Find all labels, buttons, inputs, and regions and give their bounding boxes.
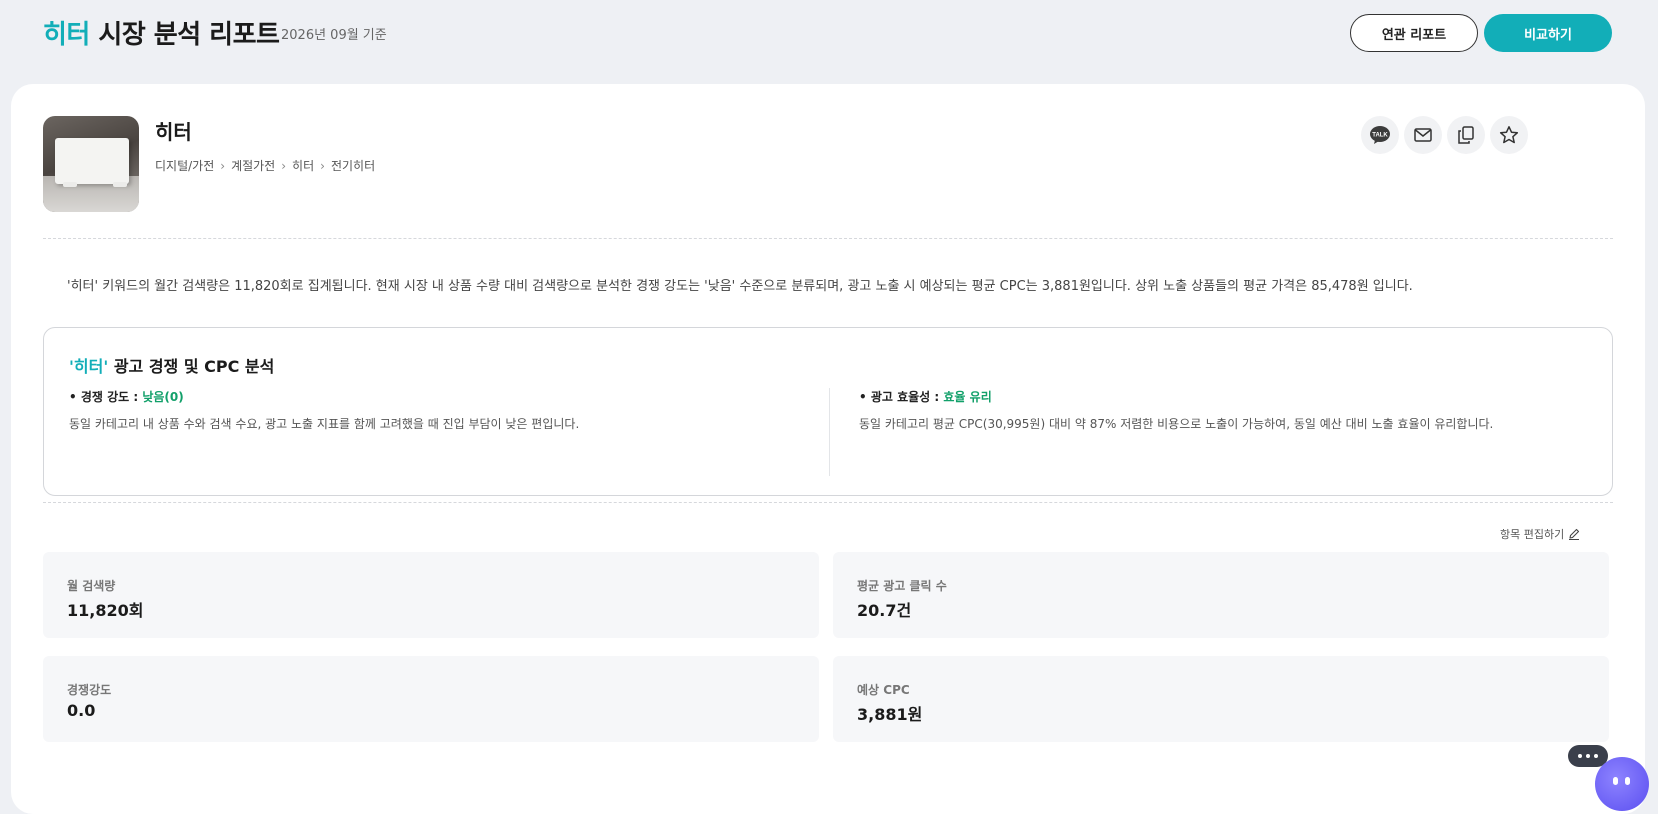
analysis-title: '히터' 광고 경쟁 및 CPC 분석 (69, 353, 274, 377)
compare-button[interactable]: 비교하기 (1484, 14, 1612, 52)
bot-eye (1613, 777, 1618, 785)
column-divider (829, 388, 830, 476)
typing-dot (1578, 754, 1582, 758)
mail-icon (1414, 128, 1432, 142)
competition-heading: • 경쟁 강도 : 낮음(0) (69, 388, 829, 405)
competition-value: 낮음(0) (142, 390, 184, 404)
page-title-keyword: 히터 (43, 20, 90, 50)
top-bar: 히터 시장 분석 리포트 2026년 09월 기준 연관 리포트 비교하기 (0, 0, 1658, 84)
efficiency-label: • 광고 효율성 : (859, 390, 944, 404)
edit-items-link[interactable]: 항목 편집하기 (1500, 526, 1580, 542)
metric-label: 평균 광고 클릭 수 (857, 579, 947, 593)
competition-description: 동일 카테고리 내 상품 수와 검색 수요, 광고 노출 지표를 함께 고려했을… (69, 417, 580, 431)
breadcrumb-item[interactable]: 디지털/가전 (155, 157, 214, 174)
chat-typing-bubble[interactable] (1568, 745, 1608, 767)
efficiency-heading: • 광고 효율성 : 효율 유리 (859, 388, 1599, 405)
kakaotalk-icon: TALK (1370, 126, 1390, 144)
mail-share-button[interactable] (1404, 116, 1442, 154)
copy-link-button[interactable] (1447, 116, 1485, 154)
section-divider (43, 238, 1613, 239)
chevron-right-icon: › (281, 158, 287, 173)
star-icon (1499, 126, 1519, 144)
metric-value: 3,881원 (857, 705, 923, 724)
analysis-title-rest: 광고 경쟁 및 CPC 분석 (108, 357, 275, 376)
svg-text:TALK: TALK (1372, 133, 1388, 139)
report-basis-date: 2026년 09월 기준 (281, 28, 387, 43)
breadcrumb: 디지털/가전 › 계절가전 › 히터 › 전기히터 (155, 157, 375, 174)
metric-label: 예상 CPC (857, 683, 910, 697)
metric-label: 월 검색량 (67, 579, 116, 593)
typing-dot (1586, 754, 1590, 758)
efficiency-description: 동일 카테고리 평균 CPC(30,995원) 대비 약 87% 저렴한 비용으… (859, 417, 1494, 431)
bot-eye (1625, 777, 1630, 785)
chevron-right-icon: › (220, 158, 226, 173)
metric-label: 경쟁강도 (67, 683, 112, 697)
product-name: 히터 (155, 120, 192, 144)
section-divider (43, 502, 1613, 503)
chatbot-launcher-button[interactable] (1595, 757, 1649, 811)
ad-competition-analysis-box: '히터' 광고 경쟁 및 CPC 분석 • 경쟁 강도 : 낮음(0) 동일 카… (43, 327, 1613, 496)
efficiency-value: 효율 유리 (943, 390, 992, 404)
report-card: 히터 디지털/가전 › 계절가전 › 히터 › 전기히터 TALK '히터' 키… (11, 84, 1645, 814)
metric-card-expected-cpc: 예상 CPC 3,881원 (833, 656, 1609, 742)
competition-column: • 경쟁 강도 : 낮음(0) 동일 카테고리 내 상품 수와 검색 수요, 광… (69, 388, 829, 432)
copy-icon (1458, 126, 1474, 144)
keyword-summary-text: '히터' 키워드의 월간 검색량은 11,820회로 집계됩니다. 현재 시장 … (67, 279, 1413, 294)
product-thumbnail (43, 116, 139, 212)
edit-items-label: 항목 편집하기 (1500, 528, 1565, 541)
metric-card-avg-ad-clicks: 평균 광고 클릭 수 20.7건 (833, 552, 1609, 638)
related-report-button[interactable]: 연관 리포트 (1350, 14, 1478, 52)
pencil-icon (1569, 528, 1580, 540)
competition-label: • 경쟁 강도 : (69, 390, 143, 404)
kakaotalk-share-button[interactable]: TALK (1361, 116, 1399, 154)
metric-value: 0.0 (67, 701, 96, 720)
page-title: 히터 시장 분석 리포트 (43, 14, 280, 51)
efficiency-column: • 광고 효율성 : 효율 유리 동일 카테고리 평균 CPC(30,995원)… (859, 388, 1599, 432)
breadcrumb-item[interactable]: 계절가전 (231, 157, 275, 174)
favorite-button[interactable] (1490, 116, 1528, 154)
breadcrumb-item[interactable]: 전기히터 (331, 157, 375, 174)
page-title-rest: 시장 분석 리포트 (89, 20, 280, 50)
typing-dot (1594, 754, 1598, 758)
metric-card-monthly-search: 월 검색량 11,820회 (43, 552, 819, 638)
metric-card-competition: 경쟁강도 0.0 (43, 656, 819, 742)
breadcrumb-item[interactable]: 히터 (292, 157, 314, 174)
analysis-title-keyword: '히터' (69, 357, 109, 376)
chevron-right-icon: › (320, 158, 325, 173)
metric-value: 20.7건 (857, 601, 912, 620)
metric-value: 11,820회 (67, 601, 144, 620)
